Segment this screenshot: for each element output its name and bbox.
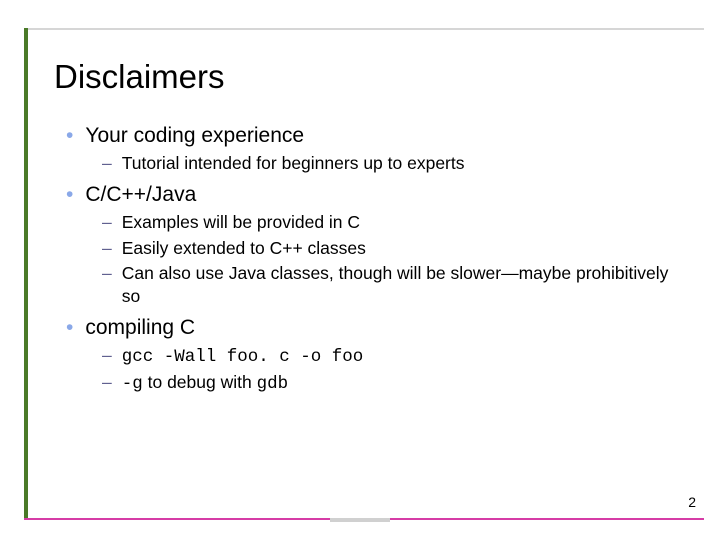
bullet-1: • Your coding experience bbox=[66, 124, 680, 148]
dash-icon: – bbox=[102, 152, 112, 174]
bullet-2-2-text: Easily extended to C++ classes bbox=[122, 237, 680, 259]
bullet-3-text: compiling C bbox=[85, 316, 195, 340]
bullet-1-1-text: Tutorial intended for beginners up to ex… bbox=[122, 152, 680, 174]
bullet-2: • C/C++/Java bbox=[66, 183, 680, 207]
bullet-icon: • bbox=[66, 184, 73, 205]
code-flag: -g bbox=[122, 374, 143, 394]
bullet-2-3: – Can also use Java classes, though will… bbox=[102, 262, 680, 307]
bullet-3-2: – -g to debug with gdb bbox=[102, 371, 680, 395]
bullet-icon: • bbox=[66, 125, 73, 146]
bottom-grey-segment bbox=[330, 518, 390, 522]
bullet-2-text: C/C++/Java bbox=[85, 183, 196, 207]
slide-title: Disclaimers bbox=[54, 58, 225, 96]
dash-icon: – bbox=[102, 344, 112, 366]
bullet-2-1-text: Examples will be provided in C bbox=[122, 211, 680, 233]
dash-icon: – bbox=[102, 237, 112, 259]
code-tool: gdb bbox=[257, 374, 289, 394]
bullet-3-2-text: -g to debug with gdb bbox=[122, 371, 680, 395]
slide-body: • Your coding experience – Tutorial inte… bbox=[66, 124, 680, 399]
dash-icon: – bbox=[102, 211, 112, 233]
top-accent-line bbox=[24, 28, 704, 30]
bullet-2-2: – Easily extended to C++ classes bbox=[102, 237, 680, 259]
page-number: 2 bbox=[688, 494, 696, 510]
mid-text: to debug with bbox=[143, 372, 257, 392]
bullet-1-1: – Tutorial intended for beginners up to … bbox=[102, 152, 680, 174]
slide: Disclaimers • Your coding experience – T… bbox=[0, 0, 720, 540]
bullet-2-1: – Examples will be provided in C bbox=[102, 211, 680, 233]
dash-icon: – bbox=[102, 262, 112, 284]
bullet-icon: • bbox=[66, 317, 73, 338]
bullet-3-1: – gcc -Wall foo. c -o foo bbox=[102, 344, 680, 368]
bullet-3-1-code: gcc -Wall foo. c -o foo bbox=[122, 346, 680, 368]
dash-icon: – bbox=[102, 371, 112, 393]
left-accent-bar bbox=[24, 28, 28, 520]
bullet-3: • compiling C bbox=[66, 316, 680, 340]
bullet-2-3-text: Can also use Java classes, though will b… bbox=[122, 262, 680, 307]
bullet-1-text: Your coding experience bbox=[85, 124, 304, 148]
